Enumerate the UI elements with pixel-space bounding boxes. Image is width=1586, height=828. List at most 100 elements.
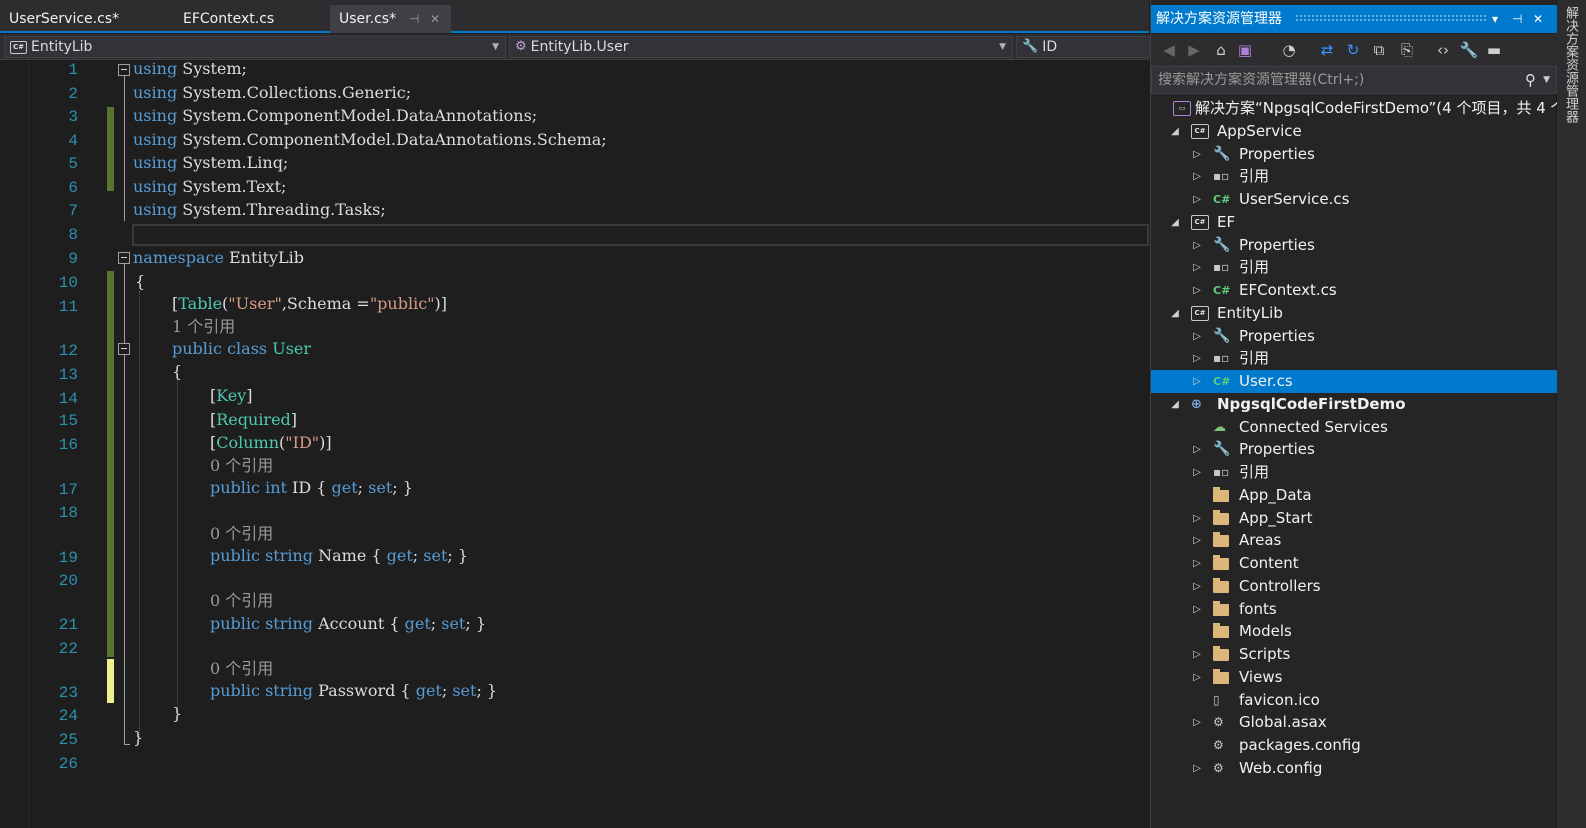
tree-item[interactable]: ▷ ▪▫ 引用 <box>1151 347 1557 370</box>
back-icon[interactable]: ◀ <box>1159 40 1179 60</box>
tree-item[interactable]: ▷ App_Start <box>1151 507 1557 530</box>
tree-item[interactable]: ▷ ▪▫ 引用 <box>1151 461 1557 484</box>
tree-item[interactable]: ▷ 🔧 Properties <box>1151 143 1557 166</box>
tree-item[interactable]: ▷ ▪▫ 引用 <box>1151 256 1557 279</box>
code-editor[interactable]: 1 2 3 4 5 6 7 8 9 10 11 12 13 14 15 16 17 18 19 20 21 22 23 24 2… <box>0 61 1149 828</box>
tree-item[interactable]: ▷ 🔧 Properties <box>1151 325 1557 348</box>
close-icon[interactable]: ✕ <box>1533 5 1543 33</box>
sync-with-active-document-icon[interactable]: ⇄ <box>1317 40 1337 60</box>
tree-item[interactable]: ◢ C# EF <box>1151 211 1557 234</box>
wrench-icon: 🔧 <box>1213 145 1231 162</box>
codelens-references[interactable]: 0 个引用 <box>210 524 273 544</box>
project-dropdown[interactable]: C# EntityLib ▼ <box>4 36 506 58</box>
tree-item[interactable]: ◢ ⊕ NpgsqlCodeFirstDemo <box>1151 393 1557 416</box>
pending-changes-filter-icon[interactable]: ◔ <box>1279 40 1299 60</box>
expand-arrow-icon[interactable]: ▷ <box>1191 256 1203 279</box>
collapse-arrow-icon[interactable]: ◢ <box>1169 393 1181 416</box>
switch-views-icon[interactable]: ▣ <box>1235 40 1255 60</box>
view-code-icon[interactable]: ‹› <box>1433 40 1453 60</box>
home-icon[interactable]: ⌂ <box>1211 40 1231 60</box>
web-project-icon: ⊕ <box>1191 396 1202 412</box>
codelens-references[interactable]: 1 个引用 <box>172 317 235 337</box>
pin-icon[interactable]: ⊣ <box>409 5 419 33</box>
tab-efcontext[interactable]: EFContext.cs <box>174 5 330 33</box>
tree-item[interactable]: ▷ 🔧 Properties <box>1151 234 1557 257</box>
search-icon[interactable]: ⚲ <box>1525 67 1536 93</box>
expand-arrow-icon[interactable]: ▷ <box>1191 325 1203 348</box>
properties-icon[interactable]: 🔧 <box>1459 40 1479 60</box>
tree-item-label: EFContext.cs <box>1239 281 1337 299</box>
tree-item[interactable]: ☁ Connected Services <box>1151 416 1557 439</box>
preview-icon[interactable]: ▬ <box>1484 40 1504 60</box>
tree-item[interactable]: ▷ Content <box>1151 552 1557 575</box>
tree-item[interactable]: App_Data <box>1151 484 1557 507</box>
code-line-25: } <box>133 728 144 747</box>
document-tab-bar: UserService.cs* EFContext.cs User.cs* ⊣ … <box>0 0 1149 33</box>
window-position-icon[interactable]: ▾ <box>1492 5 1498 33</box>
tree-item[interactable]: ◢ C# AppService <box>1151 120 1557 143</box>
tree-item[interactable]: ▷ 🔧 Properties <box>1151 438 1557 461</box>
tree-item[interactable]: ▷ C# User.cs <box>1151 370 1557 393</box>
forward-icon[interactable]: ▶ <box>1184 40 1204 60</box>
drag-grip[interactable] <box>1295 14 1487 22</box>
tree-item[interactable]: Models <box>1151 620 1557 643</box>
references-icon: ▪▫ <box>1213 351 1230 366</box>
tree-item-label: UserService.cs <box>1239 190 1350 208</box>
expand-arrow-icon[interactable]: ▷ <box>1191 552 1203 575</box>
expand-arrow-icon[interactable]: ▷ <box>1191 666 1203 689</box>
expand-arrow-icon[interactable]: ▷ <box>1191 279 1203 302</box>
expand-arrow-icon[interactable]: ▷ <box>1191 461 1203 484</box>
expand-arrow-icon[interactable]: ▷ <box>1191 188 1203 211</box>
expand-arrow-icon[interactable]: ▷ <box>1191 598 1203 621</box>
expand-arrow-icon[interactable]: ▷ <box>1191 507 1203 530</box>
tree-item[interactable]: ▭ 解决方案“NpgsqlCodeFirstDemo”(4 个项目，共 4 个) <box>1151 97 1571 120</box>
codelens-references[interactable]: 0 个引用 <box>210 591 273 611</box>
solution-search-input[interactable]: 搜索解决方案资源管理器(Ctrl+;) ⚲ ▼ <box>1151 66 1557 94</box>
tree-item[interactable]: ▷ C# UserService.cs <box>1151 188 1557 211</box>
tree-item[interactable]: ▷ C# EFContext.cs <box>1151 279 1557 302</box>
tree-item[interactable]: ▷ Areas <box>1151 529 1557 552</box>
line-number: 10 <box>58 274 78 292</box>
expand-arrow-icon[interactable]: ▷ <box>1191 757 1203 780</box>
collapse-arrow-icon[interactable]: ◢ <box>1169 302 1181 325</box>
codelens-references[interactable]: 0 个引用 <box>210 659 273 679</box>
solution-explorer-side-tab[interactable]: 解决方案资源管理器 <box>1557 0 1586 828</box>
tree-item[interactable]: ⚙ packages.config <box>1151 734 1557 757</box>
collapse-arrow-icon[interactable]: ◢ <box>1169 120 1181 143</box>
tree-item[interactable]: ▷ Scripts <box>1151 643 1557 666</box>
expand-arrow-icon[interactable]: ▷ <box>1191 143 1203 166</box>
type-dropdown[interactable]: ⚙ EntityLib.User ▼ <box>509 36 1013 58</box>
tree-item[interactable]: ▯ favicon.ico <box>1151 689 1557 712</box>
expand-arrow-icon[interactable]: ▷ <box>1191 529 1203 552</box>
show-all-files-icon[interactable]: ⎘ <box>1397 40 1417 60</box>
collapse-arrow-icon[interactable]: ◢ <box>1169 211 1181 234</box>
expand-arrow-icon[interactable]: ▷ <box>1191 370 1203 393</box>
expand-arrow-icon[interactable]: ▷ <box>1191 711 1203 734</box>
expand-arrow-icon[interactable]: ▷ <box>1191 165 1203 188</box>
expand-arrow-icon[interactable]: ▷ <box>1191 347 1203 370</box>
expand-arrow-icon[interactable]: ▷ <box>1191 643 1203 666</box>
code-line-17: public int ID { get; set; } <box>210 478 413 497</box>
close-icon[interactable]: ✕ <box>430 5 440 33</box>
member-dropdown[interactable]: 🔧 ID <box>1016 36 1152 58</box>
codelens-references[interactable]: 0 个引用 <box>210 456 273 476</box>
refresh-icon[interactable]: ↻ <box>1343 40 1363 60</box>
tree-item[interactable]: ◢ C# EntityLib <box>1151 302 1557 325</box>
chevron-down-icon[interactable]: ▼ <box>1543 67 1550 93</box>
auto-hide-pin-icon[interactable]: ⊣ <box>1512 5 1522 33</box>
tab-user-active[interactable]: User.cs* ⊣ ✕ <box>330 5 451 33</box>
collapse-icon[interactable] <box>118 343 130 355</box>
collapse-icon[interactable] <box>118 64 130 76</box>
expand-arrow-icon[interactable]: ▷ <box>1191 438 1203 461</box>
tree-item[interactable]: ▷ fonts <box>1151 598 1557 621</box>
collapse-icon[interactable] <box>118 252 130 264</box>
tree-item[interactable]: ▷ ⚙ Web.config <box>1151 757 1557 780</box>
collapse-all-icon[interactable]: ⧉ <box>1369 40 1389 60</box>
tree-item[interactable]: ▷ ▪▫ 引用 <box>1151 165 1557 188</box>
tab-userservice[interactable]: UserService.cs* <box>0 5 172 33</box>
tree-item[interactable]: ▷ ⚙ Global.asax <box>1151 711 1557 734</box>
tree-item[interactable]: ▷ Views <box>1151 666 1557 689</box>
tree-item[interactable]: ▷ Controllers <box>1151 575 1557 598</box>
expand-arrow-icon[interactable]: ▷ <box>1191 575 1203 598</box>
expand-arrow-icon[interactable]: ▷ <box>1191 234 1203 257</box>
